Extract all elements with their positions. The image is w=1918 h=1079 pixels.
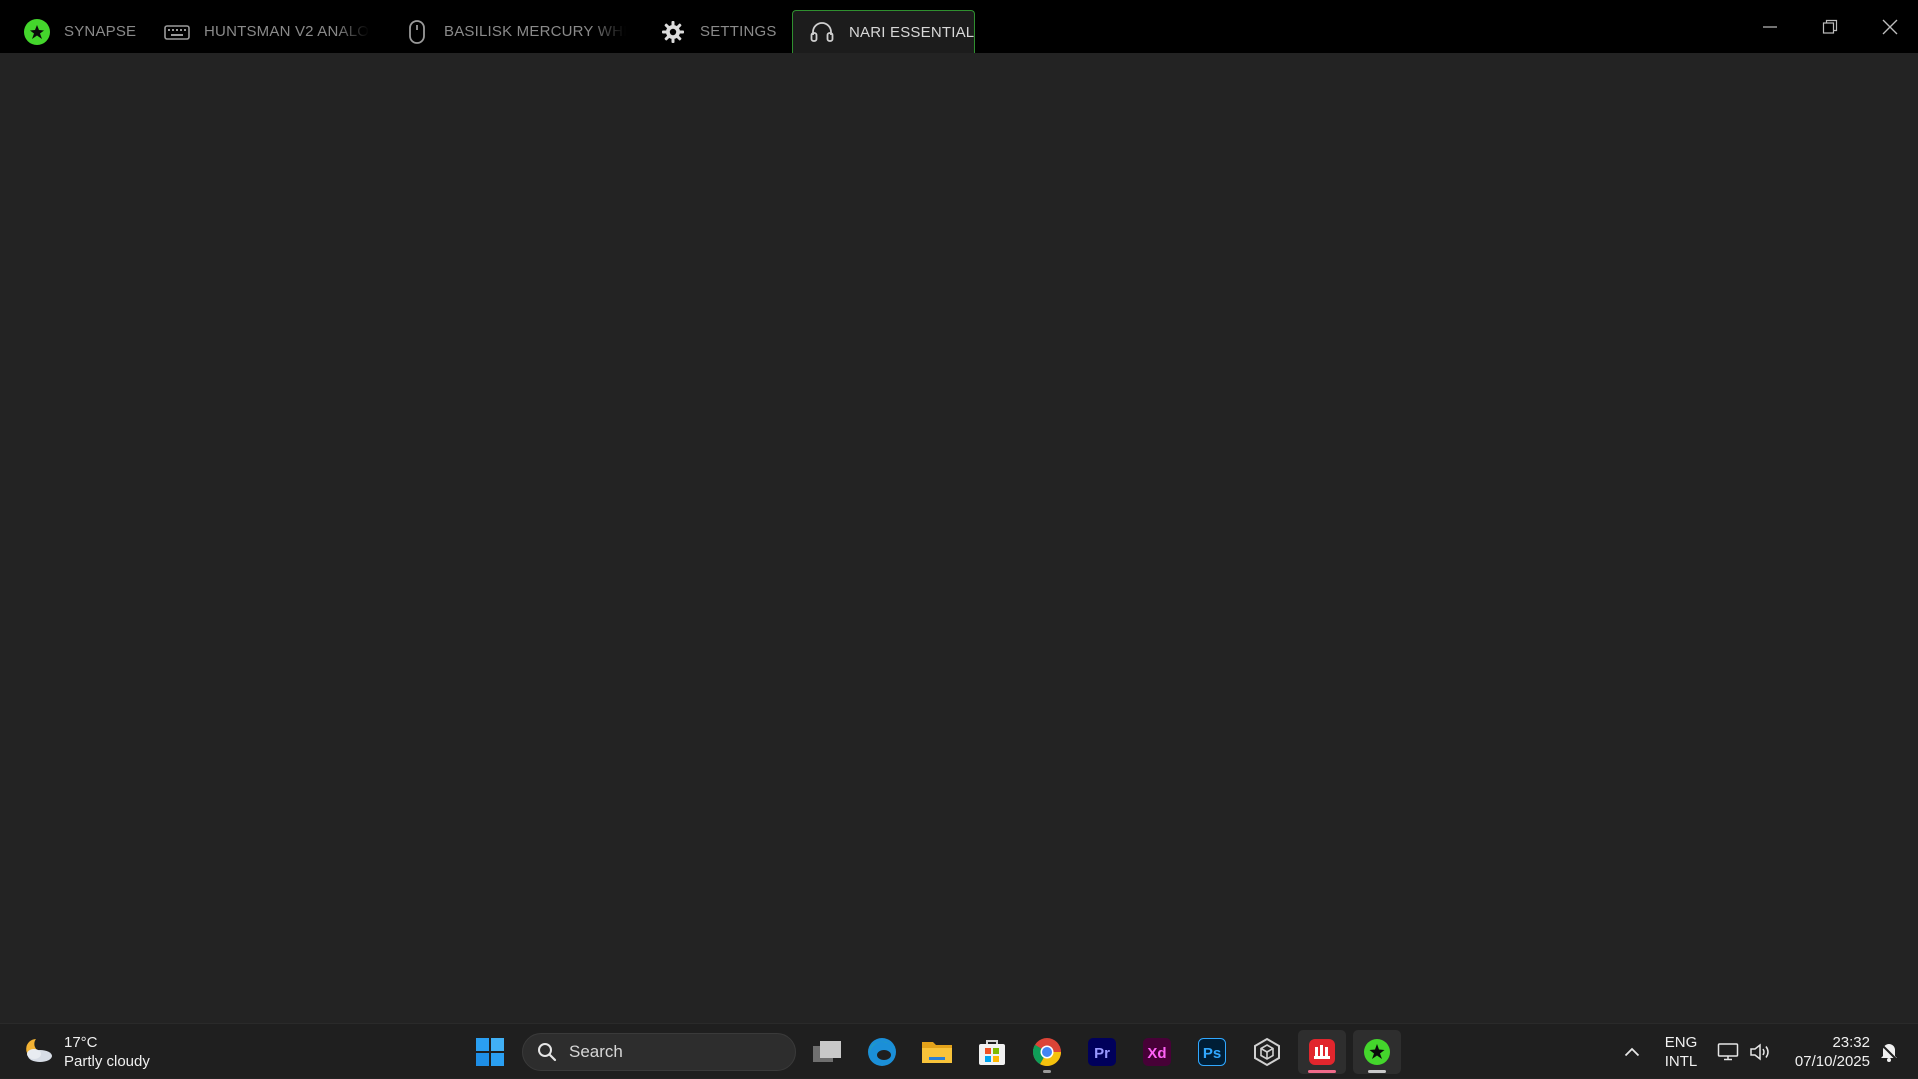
razer-logo-icon: [24, 18, 50, 45]
weather-condition: Partly cloudy: [64, 1053, 150, 1070]
weather-widget[interactable]: 17°C Partly cloudy: [22, 1032, 150, 1072]
file-explorer-button[interactable]: [913, 1030, 961, 1074]
close-icon: [1882, 19, 1898, 34]
microsoft-store-icon: [979, 1040, 1005, 1065]
tab-settings[interactable]: SETTINGS: [660, 10, 780, 53]
svg-text:Xd: Xd: [1147, 1045, 1166, 1062]
weather-temperature: 17°C: [64, 1034, 98, 1051]
task-view-icon: [813, 1041, 841, 1062]
unity-button[interactable]: [1243, 1030, 1291, 1074]
premiere-pro-button[interactable]: Pr: [1078, 1030, 1126, 1074]
razer-cortex-button[interactable]: [1298, 1030, 1346, 1074]
running-indicator: [1043, 1070, 1051, 1073]
razer-cortex-icon: [1309, 1039, 1335, 1065]
task-view-button[interactable]: [803, 1030, 851, 1074]
clock-time: 23:32: [1832, 1033, 1870, 1051]
adobe-xd-icon: Xd: [1143, 1038, 1171, 1066]
unity-icon: [1254, 1037, 1280, 1067]
file-explorer-icon: [922, 1042, 952, 1063]
tab-label: SETTINGS: [700, 23, 777, 40]
keyboard-layout: INTL: [1664, 1052, 1698, 1070]
razer-synapse-icon: [1364, 1039, 1390, 1065]
chevron-up-icon: [1624, 1047, 1640, 1056]
notifications-button[interactable]: [1874, 1024, 1904, 1079]
keyboard-icon: [164, 19, 190, 45]
start-button[interactable]: [466, 1030, 514, 1074]
edge-icon: [868, 1038, 896, 1066]
tab-label: BASILISK MERCURY WHITE: [444, 23, 626, 40]
tab-label: NARI ESSENTIAL: [849, 23, 974, 41]
close-button[interactable]: [1860, 0, 1918, 53]
search-placeholder: Search: [569, 1042, 623, 1061]
taskbar-search[interactable]: Search: [522, 1033, 796, 1071]
tab-huntsman-v2-analog[interactable]: HUNTSMAN V2 ANALOG: [164, 10, 369, 53]
razer-synapse-button[interactable]: [1353, 1030, 1401, 1074]
language-code: ENG: [1664, 1033, 1698, 1051]
chrome-icon: [1033, 1038, 1061, 1066]
minimize-icon: [1763, 25, 1777, 28]
chrome-button[interactable]: [1023, 1030, 1071, 1074]
clock-date: 07/10/2025: [1794, 1052, 1870, 1070]
app-title-bar: SYNAPSE HUNTSMAN V2 ANALOG BASILISK MERC…: [0, 0, 1918, 53]
gear-icon: [660, 19, 686, 45]
edge-button[interactable]: [858, 1030, 906, 1074]
windows-taskbar: 17°C Partly cloudy Search Pr Xd Ps ENG I…: [0, 1023, 1918, 1078]
svg-text:Ps: Ps: [1203, 1045, 1221, 1062]
main-content-area: [0, 53, 1918, 1023]
restore-icon: [1822, 19, 1838, 34]
network-button[interactable]: [1712, 1024, 1744, 1079]
tab-label: HUNTSMAN V2 ANALOG: [204, 23, 369, 40]
restore-button[interactable]: [1800, 0, 1860, 53]
active-indicator: [1308, 1070, 1336, 1073]
svg-text:Pr: Pr: [1094, 1045, 1110, 1062]
minimize-button[interactable]: [1740, 0, 1800, 53]
volume-button[interactable]: [1744, 1024, 1776, 1079]
partly-cloudy-icon: [22, 1035, 54, 1070]
clock[interactable]: 23:32 07/10/2025: [1780, 1024, 1870, 1079]
mouse-icon: [404, 19, 430, 45]
network-icon: [1717, 1042, 1739, 1060]
search-icon: [537, 1042, 557, 1062]
adobe-xd-button[interactable]: Xd: [1133, 1030, 1181, 1074]
tab-synapse[interactable]: SYNAPSE: [24, 10, 144, 53]
headset-icon: [809, 19, 835, 45]
photoshop-button[interactable]: Ps: [1188, 1030, 1236, 1074]
premiere-pro-icon: Pr: [1088, 1038, 1116, 1066]
photoshop-icon: Ps: [1198, 1038, 1226, 1066]
notification-bell-icon: [1880, 1042, 1898, 1062]
tab-basilisk-mercury-white[interactable]: BASILISK MERCURY WHITE: [404, 10, 626, 53]
tab-label: SYNAPSE: [64, 23, 137, 40]
running-indicator: [1368, 1070, 1386, 1073]
show-hidden-icons-button[interactable]: [1618, 1024, 1646, 1079]
windows-start-icon: [476, 1038, 504, 1066]
microsoft-store-button[interactable]: [968, 1030, 1016, 1074]
volume-icon: [1750, 1042, 1769, 1061]
tab-nari-essential[interactable]: NARI ESSENTIAL: [792, 10, 975, 53]
language-indicator[interactable]: ENG INTL: [1658, 1024, 1704, 1079]
